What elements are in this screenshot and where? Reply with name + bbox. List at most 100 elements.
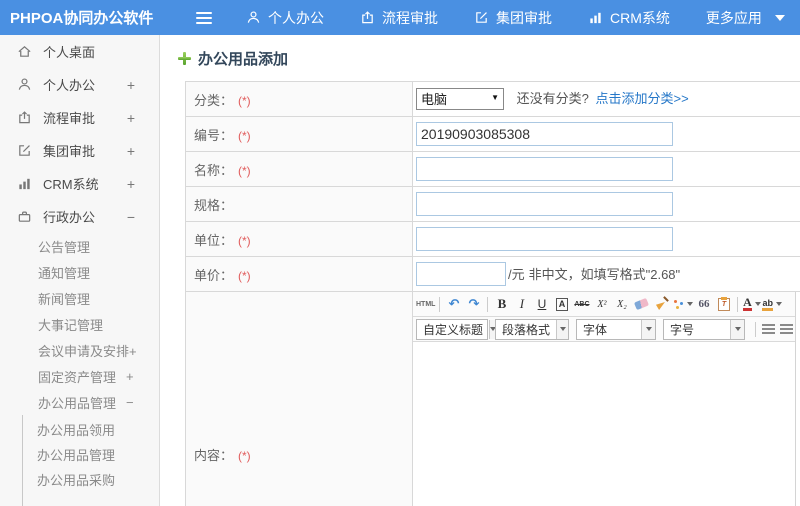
custom-heading-dropdown[interactable]: 自定义标题 (416, 318, 497, 340)
redo-button[interactable]: ↷ (464, 295, 483, 314)
align-left-button[interactable] (762, 324, 775, 334)
underline-button[interactable]: U (532, 295, 551, 314)
editor-content-area[interactable] (413, 342, 795, 506)
price-input[interactable] (416, 262, 506, 286)
font-color-button[interactable]: A (742, 295, 761, 314)
green-plus-icon (178, 52, 191, 65)
superscript-button[interactable]: X² (592, 295, 611, 314)
sidebar-item-supplies-manage[interactable]: 办公用品管理 (23, 442, 159, 467)
flow-approve-icon (17, 110, 32, 125)
caret-down-icon (556, 319, 568, 339)
name-input[interactable] (416, 157, 673, 181)
form-row-content: 内容： (*) HTML ↶ ↷ B I U A ABC X² X₂ 66 T … (185, 291, 800, 506)
strikethrough-button[interactable]: ABC (572, 295, 591, 314)
add-supply-form: 分类： (*) 电脑 ▼ 还没有分类? 点击添加分类>> 编号： (*) 201… (185, 81, 800, 506)
sidebar-item-supplies-requisition[interactable]: 办公用品领用 (23, 417, 159, 442)
spec-input[interactable] (416, 192, 673, 216)
eraser-icon (634, 297, 650, 311)
bold-button[interactable]: B (492, 295, 511, 314)
background-color-button[interactable]: ab (762, 295, 782, 314)
sidebar-item-fixed-assets-mgmt[interactable]: 固定资产管理 + (0, 363, 159, 389)
toolbar-separator (737, 296, 739, 312)
editor-toolbar-row2: 自定义标题 段落格式 字体 字号 (413, 317, 795, 342)
sidebar-item-notice-mgmt[interactable]: 通知管理 (0, 259, 159, 285)
rich-text-editor: HTML ↶ ↷ B I U A ABC X² X₂ 66 T A ab 自定义… (413, 292, 796, 506)
sidebar-item-group-approval[interactable]: 集团审批 + (0, 134, 159, 167)
format-painter-button[interactable] (652, 295, 671, 314)
form-row-name: 名称： (*) (185, 151, 800, 187)
editor-toolbar-row1: HTML ↶ ↷ B I U A ABC X² X₂ 66 T A ab (413, 292, 795, 317)
required-mark: (*) (238, 448, 251, 463)
sidebar-item-desktop[interactable]: 个人桌面 (0, 35, 159, 68)
sidebar-label: 行政办公 (43, 210, 96, 225)
form-row-spec: 规格： (185, 186, 800, 222)
sidebar-item-crm[interactable]: CRM系统 + (0, 167, 159, 200)
auto-typeset-button[interactable] (672, 295, 694, 314)
office-supplies-submenu: 办公用品领用 办公用品管理 办公用品采购 (22, 415, 159, 506)
expand-icon: + (126, 175, 135, 192)
code-label: 编号： (194, 127, 234, 143)
sidebar-item-office-supplies-mgmt[interactable]: 办公用品管理 − (0, 389, 159, 415)
nav-label: 个人办公 (268, 9, 324, 26)
top-nav: 个人办公 流程审批 集团审批 CRM系统 更多应用 (246, 8, 785, 28)
sidebar-label: 大事记管理 (38, 317, 104, 333)
sidebar-label: 固定资产管理 (38, 369, 117, 385)
nav-personal-office[interactable]: 个人办公 (246, 8, 324, 28)
sidebar-item-announcement-mgmt[interactable]: 公告管理 (0, 233, 159, 259)
align-center-button[interactable] (780, 324, 793, 334)
flow-approve-icon (360, 10, 375, 25)
sidebar-label: 个人桌面 (43, 45, 96, 60)
collapse-icon: − (126, 394, 134, 410)
sidebar-item-supplies-purchase[interactable]: 办公用品采购 (23, 467, 159, 492)
subscript-button[interactable]: X₂ (612, 295, 631, 314)
required-mark: (*) (238, 128, 251, 143)
category-label: 分类： (194, 92, 234, 108)
sidebar-item-flow-approval[interactable]: 流程审批 + (0, 101, 159, 134)
paragraph-format-dropdown[interactable]: 段落格式 (495, 318, 569, 340)
sidebar-item-news-mgmt[interactable]: 新闻管理 (0, 285, 159, 311)
price-label: 单价： (194, 267, 234, 283)
sidebar-item-admin-office[interactable]: 行政办公 − (0, 200, 159, 233)
font-size-dropdown[interactable]: 字号 (663, 318, 745, 340)
sidebar-item-events-mgmt[interactable]: 大事记管理 (0, 311, 159, 337)
sidebar-item-meeting-mgmt[interactable]: 会议申请及安排+ (0, 337, 159, 363)
caret-down-icon (641, 319, 655, 339)
font-family-dropdown[interactable]: 字体 (576, 318, 656, 340)
nav-label: 流程审批 (382, 9, 438, 26)
required-mark: (*) (238, 233, 251, 248)
italic-button[interactable]: I (512, 295, 531, 314)
blockquote-button[interactable]: 66 (694, 295, 713, 314)
paste-plain-button[interactable]: T (714, 295, 733, 314)
add-category-link[interactable]: 点击添加分类>> (595, 91, 688, 106)
sidebar-label: 办公用品采购 (37, 473, 116, 488)
nav-group-approval[interactable]: 集团审批 (474, 8, 552, 28)
nav-more-apps[interactable]: 更多应用 (706, 8, 785, 28)
sidebar-label: 办公用品领用 (37, 423, 116, 438)
sidebar-label: 会议申请及安排+ (38, 343, 137, 359)
spec-label: 规格： (194, 197, 234, 213)
sidebar-label: 新闻管理 (38, 291, 91, 307)
nav-flow-approval[interactable]: 流程审批 (360, 8, 438, 28)
nav-crm-system[interactable]: CRM系统 (588, 8, 670, 28)
char-border-button[interactable]: A (552, 295, 571, 314)
unit-input[interactable] (416, 227, 673, 251)
clipboard-icon: T (717, 296, 730, 311)
form-row-unit: 单位： (*) (185, 221, 800, 257)
nav-label: 更多应用 (705, 9, 762, 26)
category-select[interactable]: 电脑 (416, 88, 504, 111)
hamburger-menu-icon[interactable] (196, 11, 212, 24)
toolbar-separator (755, 321, 756, 337)
main-content: 办公用品添加 分类： (*) 电脑 ▼ 还没有分类? 点击添加分类>> 编号： … (161, 35, 800, 506)
home-icon (17, 44, 32, 59)
sidebar-label: 办公用品管理 (37, 448, 116, 463)
source-code-button[interactable]: HTML (416, 295, 435, 314)
undo-button[interactable]: ↶ (444, 295, 463, 314)
category-hint: 还没有分类? (516, 90, 589, 106)
code-input[interactable] (416, 122, 673, 146)
sidebar: 个人桌面 个人办公 + 流程审批 + 集团审批 + CRM系统 + 行政办公 −… (0, 35, 160, 506)
remove-format-button[interactable] (632, 295, 651, 314)
sidebar-item-personal-office[interactable]: 个人办公 + (0, 68, 159, 101)
required-mark: (*) (238, 268, 251, 283)
caret-down-icon (774, 14, 785, 21)
content-label: 内容： (194, 447, 234, 463)
